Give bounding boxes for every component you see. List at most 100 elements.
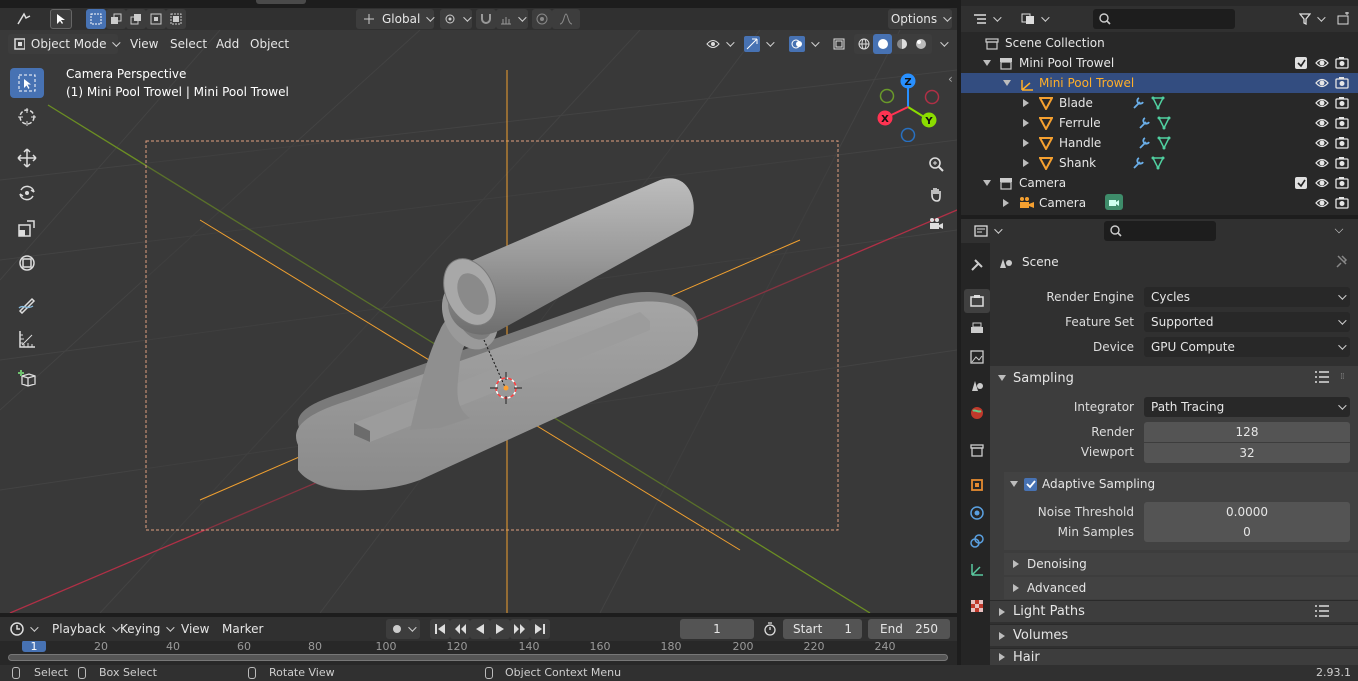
cursor-tool[interactable]: [10, 102, 44, 132]
device-dropdown[interactable]: GPU Compute: [1144, 337, 1350, 357]
expand-arrow-icon[interactable]: [1023, 119, 1029, 127]
eye-visibility-icon[interactable]: [1315, 176, 1329, 193]
xray-toggle[interactable]: [830, 34, 848, 54]
transform-orientation-dropdown[interactable]: Global: [356, 9, 434, 29]
timeline-track[interactable]: 1 20 40 60 80 100 120 140 160 180 200 220 240: [0, 641, 957, 665]
select-mode-difference-button[interactable]: [146, 9, 166, 29]
camera-data-icon[interactable]: [1105, 194, 1123, 210]
render-camera-icon[interactable]: [1335, 196, 1349, 213]
timeline-editor-type[interactable]: [6, 619, 40, 639]
expand-arrow-icon[interactable]: [1023, 159, 1029, 167]
menu-keying[interactable]: Keying: [120, 619, 172, 639]
outliner-collection-camera[interactable]: Camera: [961, 173, 1358, 193]
properties-editor-type[interactable]: [970, 221, 1004, 241]
volumes-panel[interactable]: Volumes: [990, 624, 1358, 646]
outliner-object-ferrule[interactable]: Ferrule: [961, 113, 1358, 133]
menu-marker[interactable]: Marker: [222, 619, 263, 639]
select-mode-new-button[interactable]: [86, 9, 106, 29]
light-paths-presets-icon[interactable]: [1314, 605, 1330, 620]
eye-visibility-icon[interactable]: [1315, 56, 1329, 73]
render-engine-dropdown[interactable]: Cycles: [1144, 287, 1350, 307]
overlay-toggle[interactable]: [784, 34, 822, 54]
pivot-point-dropdown[interactable]: [440, 9, 472, 29]
adaptive-sampling-checkbox[interactable]: [1024, 477, 1037, 491]
tab-object-data[interactable]: [964, 557, 990, 581]
preview-range-toggle[interactable]: [760, 619, 780, 639]
mesh-data-icon[interactable]: [1151, 156, 1165, 173]
transform-tool[interactable]: [10, 248, 44, 278]
eye-visibility-icon[interactable]: [1315, 116, 1329, 133]
menu-view[interactable]: View: [130, 34, 158, 54]
select-mode-subtract-button[interactable]: [126, 9, 146, 29]
timeline-scrollbar[interactable]: [8, 654, 948, 661]
menu-select[interactable]: Select: [170, 34, 207, 54]
gizmo-toggle[interactable]: [740, 34, 776, 54]
expand-arrow-icon[interactable]: [1023, 139, 1029, 147]
sampling-presets-icon[interactable]: [1314, 371, 1330, 386]
render-camera-icon[interactable]: [1335, 76, 1349, 93]
outliner-object-blade[interactable]: Blade: [961, 93, 1358, 113]
tab-texture[interactable]: [964, 594, 990, 618]
eye-visibility-icon[interactable]: [1315, 156, 1329, 173]
menu-add[interactable]: Add: [216, 34, 239, 54]
new-collection-button[interactable]: [1333, 9, 1353, 29]
select-box-tool[interactable]: [10, 68, 44, 98]
outliner-object-shank[interactable]: Shank: [961, 153, 1358, 173]
mesh-data-icon[interactable]: [1157, 136, 1171, 153]
snap-element-dropdown[interactable]: [496, 9, 528, 29]
advanced-subpanel[interactable]: Advanced: [1004, 577, 1358, 599]
outliner-editor-type[interactable]: [969, 9, 1003, 29]
proportional-edit-toggle[interactable]: [532, 9, 552, 29]
current-frame-field[interactable]: 1: [680, 619, 754, 639]
object-mode-dropdown[interactable]: Object Mode: [8, 34, 118, 54]
expand-arrow-icon[interactable]: [1003, 199, 1009, 207]
hair-panel[interactable]: Hair: [990, 648, 1358, 665]
eye-visibility-icon[interactable]: [1315, 196, 1329, 213]
outliner-object-camera[interactable]: Camera: [961, 193, 1358, 213]
visibility-dropdown[interactable]: [702, 34, 736, 54]
tab-tool[interactable]: [964, 253, 990, 277]
rotate-tool[interactable]: [10, 178, 44, 208]
jump-end-button[interactable]: [530, 619, 550, 639]
mesh-data-icon[interactable]: [1157, 116, 1171, 133]
pin-icon[interactable]: [1334, 254, 1348, 271]
modifier-wrench-icon[interactable]: [1131, 156, 1145, 173]
denoising-subpanel[interactable]: Denoising: [1004, 553, 1358, 575]
select-mode-extend-button[interactable]: [106, 9, 126, 29]
menu-timeline-view[interactable]: View: [181, 619, 209, 639]
auto-keying-toggle[interactable]: [386, 619, 420, 639]
outliner-collection-mini-pool-trowel[interactable]: Mini Pool Trowel: [961, 53, 1358, 73]
menu-playback[interactable]: Playback: [52, 619, 118, 639]
render-camera-icon[interactable]: [1335, 96, 1349, 113]
jump-start-button[interactable]: [430, 619, 450, 639]
play-button[interactable]: [490, 619, 510, 639]
outliner-object-handle[interactable]: Handle: [961, 133, 1358, 153]
outliner-scene-collection[interactable]: Scene Collection: [961, 33, 1358, 53]
3d-viewport[interactable]: Camera Perspective (1) Mini Pool Trowel …: [0, 30, 957, 613]
pan-hand-icon[interactable]: [924, 182, 948, 206]
outliner-object-mini-pool-trowel[interactable]: Mini Pool Trowel: [961, 73, 1358, 93]
collapse-arrow-icon[interactable]: [1003, 80, 1011, 86]
viewport-samples-field[interactable]: 32: [1144, 443, 1350, 463]
wireframe-shading-button[interactable]: [854, 34, 873, 54]
select-mode-intersect-button[interactable]: [166, 9, 186, 29]
sidebar-toggle-icon[interactable]: ‹: [948, 72, 953, 86]
options-dropdown[interactable]: Options: [888, 9, 952, 29]
tab-scene[interactable]: [964, 373, 990, 397]
eye-visibility-icon[interactable]: [1315, 76, 1329, 93]
render-camera-icon[interactable]: [1335, 136, 1349, 153]
outliner-search[interactable]: [1093, 9, 1235, 29]
light-paths-panel[interactable]: Light Paths: [990, 600, 1358, 622]
noise-threshold-field[interactable]: 0.0000: [1144, 502, 1350, 522]
sampling-drag-handle-icon[interactable]: ⁞⁞: [1340, 372, 1345, 382]
menu-object[interactable]: Object: [250, 34, 289, 54]
solid-shading-button[interactable]: [873, 34, 892, 54]
zoom-icon[interactable]: [924, 152, 948, 176]
snap-toggle[interactable]: [476, 9, 496, 29]
properties-search[interactable]: [1104, 221, 1216, 241]
editor-type-button[interactable]: [8, 9, 40, 29]
modifier-wrench-icon[interactable]: [1137, 116, 1151, 133]
prev-keyframe-button[interactable]: [450, 619, 470, 639]
shading-options-dropdown[interactable]: [932, 34, 948, 54]
eye-visibility-icon[interactable]: [1315, 96, 1329, 113]
